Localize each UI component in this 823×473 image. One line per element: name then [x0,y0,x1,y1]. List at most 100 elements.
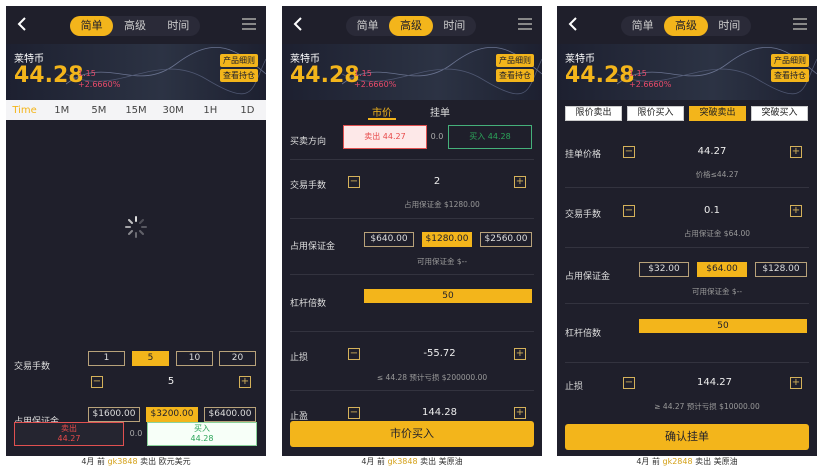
margin-option-1[interactable]: $640.00 [364,232,414,247]
trade-ticker: 4月 前 gk3848 卖出 美原油 [282,456,542,468]
lots-plus-button[interactable]: + [790,205,802,217]
back-arrow-icon[interactable] [14,15,30,33]
top-bar: 简单 高级 时间 [6,6,266,44]
back-arrow-icon[interactable] [565,15,581,33]
ticker-time: 4月 前 [361,457,385,466]
timeframe-15m[interactable]: 15M [117,105,154,116]
price-change-abs: 1.15 [629,69,647,78]
tab-advanced[interactable]: 高级 [389,16,433,36]
timeframe-30m[interactable]: 30M [155,105,192,116]
sell-button[interactable]: 卖出 44.27 [14,422,124,446]
stoploss-minus-button[interactable]: − [348,348,360,360]
mode-tabs: 简单 高级 时间 [70,16,200,36]
product-rules-button[interactable]: 产品细则 [496,54,534,67]
lots-minus-button[interactable]: − [623,205,635,217]
view-positions-button[interactable]: 查看持仓 [771,69,809,82]
menu-icon[interactable] [518,18,532,30]
price-change: 1.15 +2.6660% [78,68,120,90]
lots-plus-button[interactable]: + [514,176,526,188]
takeprofit-plus-button[interactable]: + [514,407,526,419]
tab-simple[interactable]: 简单 [346,16,389,36]
tab-advanced[interactable]: 高级 [664,16,708,36]
confirm-order-button[interactable]: 确认挂单 [565,424,809,450]
order-tab-breakout-sell[interactable]: 突破卖出 [689,106,746,121]
margin-option-3[interactable]: $6400.00 [204,407,256,422]
takeprofit-minus-button[interactable]: − [348,407,360,419]
order-tab-limit-sell[interactable]: 限价卖出 [565,106,622,121]
stoploss-hint: ≥ 44.27 预计亏损 $10000.00 [654,402,760,411]
leverage-value[interactable]: 50 [364,289,532,303]
ticker-user: gk2848 [662,457,693,466]
leverage-label: 杠杆倍数 [565,329,602,339]
menu-icon[interactable] [793,18,807,30]
stoploss-plus-button[interactable]: + [514,348,526,360]
tab-time[interactable]: 时间 [433,16,476,36]
margin-option-3[interactable]: $2560.00 [480,232,532,247]
lot-option-1[interactable]: 1 [88,351,125,366]
margin-option-3[interactable]: $128.00 [755,262,807,277]
divider [565,187,809,188]
leverage-value[interactable]: 50 [639,319,807,333]
tab-time[interactable]: 时间 [708,16,751,36]
order-tab-limit-buy[interactable]: 限价买入 [627,106,684,121]
order-tab-breakout-buy[interactable]: 突破买入 [751,106,808,121]
stoploss-minus-button[interactable]: − [623,377,635,389]
tab-time[interactable]: 时间 [157,16,200,36]
price-minus-button[interactable]: − [623,146,635,158]
tab-simple[interactable]: 简单 [621,16,664,36]
margin-option-2[interactable]: $3200.00 [146,407,198,422]
divider [565,303,809,304]
sell-button[interactable]: 卖出 44.27 [343,125,427,149]
buy-button[interactable]: 买入 44.28 [448,125,532,149]
market-buy-button[interactable]: 市价买入 [290,421,534,447]
direction-label: 买卖方向 [290,137,327,147]
lots-plus-button[interactable]: + [239,376,251,388]
lot-option-5[interactable]: 5 [132,351,169,366]
subtab-underline [368,118,396,120]
timeframe-bar: Time 1M 5M 15M 30M 1H 1D [6,100,266,120]
view-positions-button[interactable]: 查看持仓 [496,69,534,82]
takeprofit-value: 144.28 [422,407,457,418]
view-positions-button[interactable]: 查看持仓 [220,69,258,82]
margin-label: 占用保证金 [290,242,336,252]
timeframe-1h[interactable]: 1H [192,105,229,116]
timeframe-1m[interactable]: 1M [43,105,80,116]
menu-icon[interactable] [242,18,256,30]
price-change-abs: 1.15 [354,69,372,78]
lots-hint: 占用保证金 $64.00 [683,229,751,238]
stoploss-plus-button[interactable]: + [790,377,802,389]
buy-button[interactable]: 买入 44.28 [147,422,257,446]
ticker-action: 卖出 美原油 [695,457,738,466]
subtab-market[interactable]: 市价 [372,104,392,119]
tab-simple[interactable]: 简单 [70,16,114,36]
price-plus-button[interactable]: + [790,146,802,158]
margin-option-2[interactable]: $64.00 [697,262,747,277]
product-rules-button[interactable]: 产品细则 [220,54,258,67]
trade-ticker: 4月 前 gk2848 卖出 美原油 [557,456,817,468]
advanced-market-panel: 简单 高级 时间 莱特币 44.28 1.15 +2.6660% 产品细则 查看持… [282,6,542,462]
ticker-time: 4月 前 [81,457,105,466]
simple-trade-panel: 简单 高级 时间 莱特币 44.28 1.15 +2.6660% 产品细则 查看持… [6,6,266,462]
top-bar: 简单 高级 时间 [282,6,542,44]
lots-minus-button[interactable]: − [348,176,360,188]
lots-minus-button[interactable]: − [91,376,103,388]
margin-hint: 可用保证金 $-- [691,287,743,296]
tab-advanced[interactable]: 高级 [113,16,156,36]
lot-option-10[interactable]: 10 [176,351,213,366]
timeframe-5m[interactable]: 5M [80,105,117,116]
timeframe-1d[interactable]: 1D [229,105,266,116]
margin-option-1[interactable]: $32.00 [639,262,689,277]
timeframe-time[interactable]: Time [6,105,43,116]
trade-ticker: 4月 前 gk3848 卖出 欧元美元 [6,456,266,468]
buy-price: 44.28 [190,434,214,443]
subtab-pending[interactable]: 挂单 [430,104,450,119]
margin-option-2[interactable]: $1280.00 [422,232,472,247]
back-arrow-icon[interactable] [290,15,306,33]
margin-option-1[interactable]: $1600.00 [88,407,140,422]
divider [565,362,809,363]
price-change: 1.15 +2.6660% [354,68,396,90]
lot-option-20[interactable]: 20 [219,351,256,366]
current-price: 44.28 [290,63,360,88]
product-rules-button[interactable]: 产品细则 [771,54,809,67]
price-change-pct: +2.6660% [78,80,121,89]
